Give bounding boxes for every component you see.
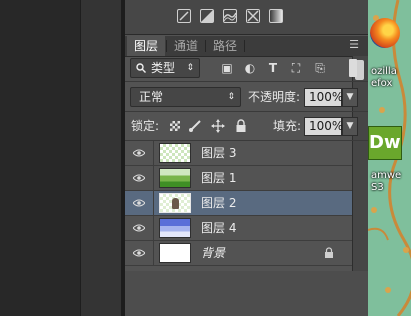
desktop-label: ozilla [371, 66, 397, 77]
eye-icon [133, 249, 145, 257]
divider [125, 111, 368, 112]
chevron-updown-icon: ⇕ [227, 92, 235, 102]
eye-icon [133, 199, 145, 207]
visibility-toggle[interactable] [125, 141, 154, 165]
fill-label: 填充: [273, 119, 302, 133]
layer-name: 图层 3 [201, 146, 237, 160]
firefox-icon[interactable] [370, 18, 400, 48]
collapsed-panel-column [81, 0, 121, 316]
opacity-label: 不透明度: [248, 90, 301, 104]
divider [125, 81, 368, 82]
layer-thumbnail [159, 218, 191, 238]
eye-icon [133, 174, 145, 182]
desktop-background: ozilla efox Dw amwe S3 [368, 0, 411, 316]
filter-kind-label: 类型 [151, 61, 176, 75]
lock-icon [325, 247, 333, 258]
layer-thumbnail [159, 193, 191, 213]
filter-kind-select[interactable]: 类型 ⇕ [130, 58, 200, 78]
filter-shape-icon[interactable]: ⛶ [290, 62, 302, 74]
desktop-label: S3 [371, 182, 384, 193]
blend-mode-select[interactable]: 正常 ⇕ [130, 87, 241, 107]
chevron-updown-icon: ⇕ [186, 63, 194, 73]
layer-row[interactable]: 图层 4 [125, 216, 352, 241]
adjust-icon-5[interactable] [269, 9, 283, 23]
fill-input[interactable]: 100% [304, 117, 343, 136]
blend-mode-value: 正常 [139, 90, 164, 104]
panel-menu-icon[interactable]: ☰ [346, 38, 362, 52]
adjust-icon-3[interactable] [223, 9, 237, 23]
tab-layers[interactable]: 图层 [127, 36, 165, 56]
layer-name: 图层 2 [201, 196, 237, 210]
layer-name: 图层 1 [201, 171, 237, 185]
tab-divider [244, 40, 245, 52]
layers-list: 图层 3 图层 1 图层 2 图层 4 背景 [125, 141, 352, 271]
lock-label: 锁定: [131, 119, 160, 133]
panel-tabs: 图层 通道 路径 ☰ [125, 36, 368, 57]
layer-row-background[interactable]: 背景 [125, 241, 352, 266]
adjust-icon-2[interactable] [200, 9, 214, 23]
filter-pixel-icon[interactable]: ▣ [221, 62, 233, 74]
panel-footer-area [125, 271, 368, 316]
filter-type-icon[interactable]: T [267, 62, 279, 74]
document-workspace [0, 0, 80, 316]
opacity-dropdown-button[interactable]: ▼ [342, 88, 358, 107]
tab-paths[interactable]: 路径 [206, 36, 244, 56]
adjust-icon-1[interactable] [177, 9, 191, 23]
layer-name: 图层 4 [201, 221, 237, 235]
lock-all-icon[interactable] [235, 119, 247, 133]
layer-row-selected[interactable]: 图层 2 [125, 191, 352, 216]
visibility-toggle[interactable] [125, 241, 154, 265]
desktop-label: amwe [371, 170, 402, 181]
visibility-toggle[interactable] [125, 216, 154, 240]
lock-transparent-pixels-icon[interactable] [170, 121, 180, 131]
layer-thumbnail [159, 143, 191, 163]
tab-channels[interactable]: 通道 [167, 36, 205, 56]
desktop-label: efox [371, 78, 393, 89]
layer-thumbnail [159, 243, 191, 263]
layer-name: 背景 [201, 246, 226, 260]
eye-icon [133, 149, 145, 157]
lock-image-pixels-icon[interactable] [188, 119, 202, 133]
eye-icon [133, 224, 145, 232]
dreamweaver-icon[interactable]: Dw [368, 126, 402, 160]
lock-position-icon[interactable] [211, 119, 225, 133]
opacity-input[interactable]: 100% [304, 88, 343, 107]
layer-thumbnail [159, 168, 191, 188]
fill-dropdown-button[interactable]: ▼ [342, 117, 358, 136]
layer-row[interactable]: 图层 3 [125, 141, 352, 166]
visibility-toggle[interactable] [125, 166, 154, 190]
filter-adjustment-icon[interactable]: ◐ [244, 62, 256, 74]
layer-row[interactable]: 图层 1 [125, 166, 352, 191]
adjust-icon-4[interactable] [246, 9, 260, 23]
figure-silhouette [172, 198, 179, 209]
adjustments-toolbar [125, 0, 368, 35]
search-icon [136, 63, 146, 73]
filter-toggle-switch[interactable] [349, 59, 357, 77]
filter-smart-object-icon[interactable]: ⎘ [314, 62, 326, 74]
visibility-toggle[interactable] [125, 191, 154, 215]
